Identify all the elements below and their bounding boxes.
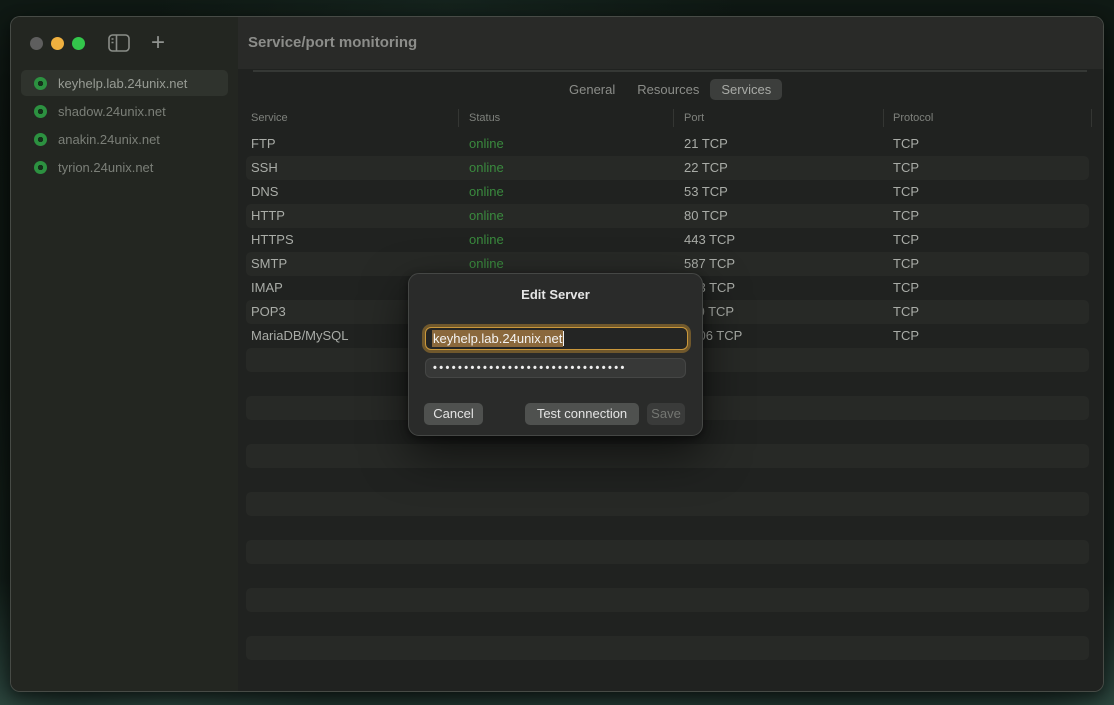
cell-status: online: [469, 204, 504, 228]
sidebar-item-server[interactable]: keyhelp.lab.24unix.net: [21, 70, 228, 96]
cell-service: IMAP: [251, 276, 283, 300]
server-name-label: keyhelp.lab.24unix.net: [58, 76, 187, 91]
server-name-label: tyrion.24unix.net: [58, 160, 153, 175]
cell-protocol: TCP: [893, 300, 919, 324]
sidebar: + keyhelp.lab.24unix.net shadow.24unix.ne…: [11, 17, 238, 691]
cell-port: 21 TCP: [684, 132, 728, 156]
cell-protocol: TCP: [893, 156, 919, 180]
host-input-selected-text: keyhelp.lab.24unix.net: [432, 330, 563, 347]
password-input[interactable]: •••••••••••••••••••••••••••••••: [425, 358, 686, 378]
cell-protocol: TCP: [893, 324, 919, 348]
cell-port: 443 TCP: [684, 228, 735, 252]
cell-status: online: [469, 132, 504, 156]
table-row-empty: [246, 516, 1089, 540]
minimize-button[interactable]: [51, 37, 64, 50]
server-name-label: anakin.24unix.net: [58, 132, 160, 147]
app-window: + keyhelp.lab.24unix.net shadow.24unix.ne…: [10, 16, 1104, 692]
table-row-empty: [246, 492, 1089, 516]
cell-service: MariaDB/MySQL: [251, 324, 349, 348]
zoom-button[interactable]: [72, 37, 85, 50]
cell-port: 53 TCP: [684, 180, 728, 204]
cell-service: DNS: [251, 180, 278, 204]
table-row-empty: [246, 444, 1089, 468]
cell-service: SSH: [251, 156, 278, 180]
password-masked-value: •••••••••••••••••••••••••••••••: [433, 362, 627, 374]
table-row-empty: [246, 564, 1089, 588]
cell-protocol: TCP: [893, 204, 919, 228]
server-name-label: shadow.24unix.net: [58, 104, 166, 119]
table-row-empty: [246, 636, 1089, 660]
table-row[interactable]: DNS online 53 TCP TCP: [246, 180, 1089, 204]
cell-status: online: [469, 228, 504, 252]
save-button: Save: [647, 403, 685, 425]
sidebar-item-server[interactable]: tyrion.24unix.net: [21, 154, 228, 180]
server-list: keyhelp.lab.24unix.net shadow.24unix.net a…: [11, 70, 238, 182]
cell-service: HTTPS: [251, 228, 294, 252]
table-row-empty: [246, 540, 1089, 564]
host-input[interactable]: keyhelp.lab.24unix.net: [425, 327, 688, 350]
cancel-button[interactable]: Cancel: [424, 403, 483, 425]
table-row[interactable]: HTTPS online 443 TCP TCP: [246, 228, 1089, 252]
desktop-wallpaper: + keyhelp.lab.24unix.net shadow.24unix.ne…: [0, 0, 1114, 705]
edit-server-dialog: Edit Server keyhelp.lab.24unix.net •••••…: [408, 273, 703, 436]
dialog-title: Edit Server: [409, 287, 702, 302]
cell-port: 22 TCP: [684, 156, 728, 180]
cell-protocol: TCP: [893, 228, 919, 252]
cell-protocol: TCP: [893, 252, 919, 276]
table-row-empty: [246, 588, 1089, 612]
cell-service: HTTP: [251, 204, 285, 228]
main-panel: Service/port monitoring GeneralResources…: [238, 17, 1104, 692]
server-status-dot-icon: [34, 161, 47, 174]
close-button[interactable]: [30, 37, 43, 50]
cell-service: POP3: [251, 300, 286, 324]
sidebar-item-server[interactable]: anakin.24unix.net: [21, 126, 228, 152]
sidebar-item-server[interactable]: shadow.24unix.net: [21, 98, 228, 124]
table-row[interactable]: SSH online 22 TCP TCP: [246, 156, 1089, 180]
server-status-dot-icon: [34, 133, 47, 146]
add-server-button[interactable]: +: [148, 29, 168, 57]
text-caret: [563, 331, 564, 346]
table-row-empty: [246, 468, 1089, 492]
cell-protocol: TCP: [893, 276, 919, 300]
table-row[interactable]: HTTP online 80 TCP TCP: [246, 204, 1089, 228]
table-row-empty: [246, 612, 1089, 636]
cell-service: SMTP: [251, 252, 287, 276]
cell-status: online: [469, 156, 504, 180]
server-status-dot-icon: [34, 77, 47, 90]
cell-service: FTP: [251, 132, 276, 156]
cell-status: online: [469, 180, 504, 204]
traffic-lights: +: [11, 17, 238, 69]
dialog-buttons: Cancel Test connection Save: [409, 403, 702, 425]
server-status-dot-icon: [34, 105, 47, 118]
cell-port: 80 TCP: [684, 204, 728, 228]
cell-protocol: TCP: [893, 180, 919, 204]
table-row[interactable]: FTP online 21 TCP TCP: [246, 132, 1089, 156]
cell-protocol: TCP: [893, 132, 919, 156]
sidebar-toggle-icon[interactable]: [108, 34, 130, 52]
test-connection-button[interactable]: Test connection: [525, 403, 639, 425]
